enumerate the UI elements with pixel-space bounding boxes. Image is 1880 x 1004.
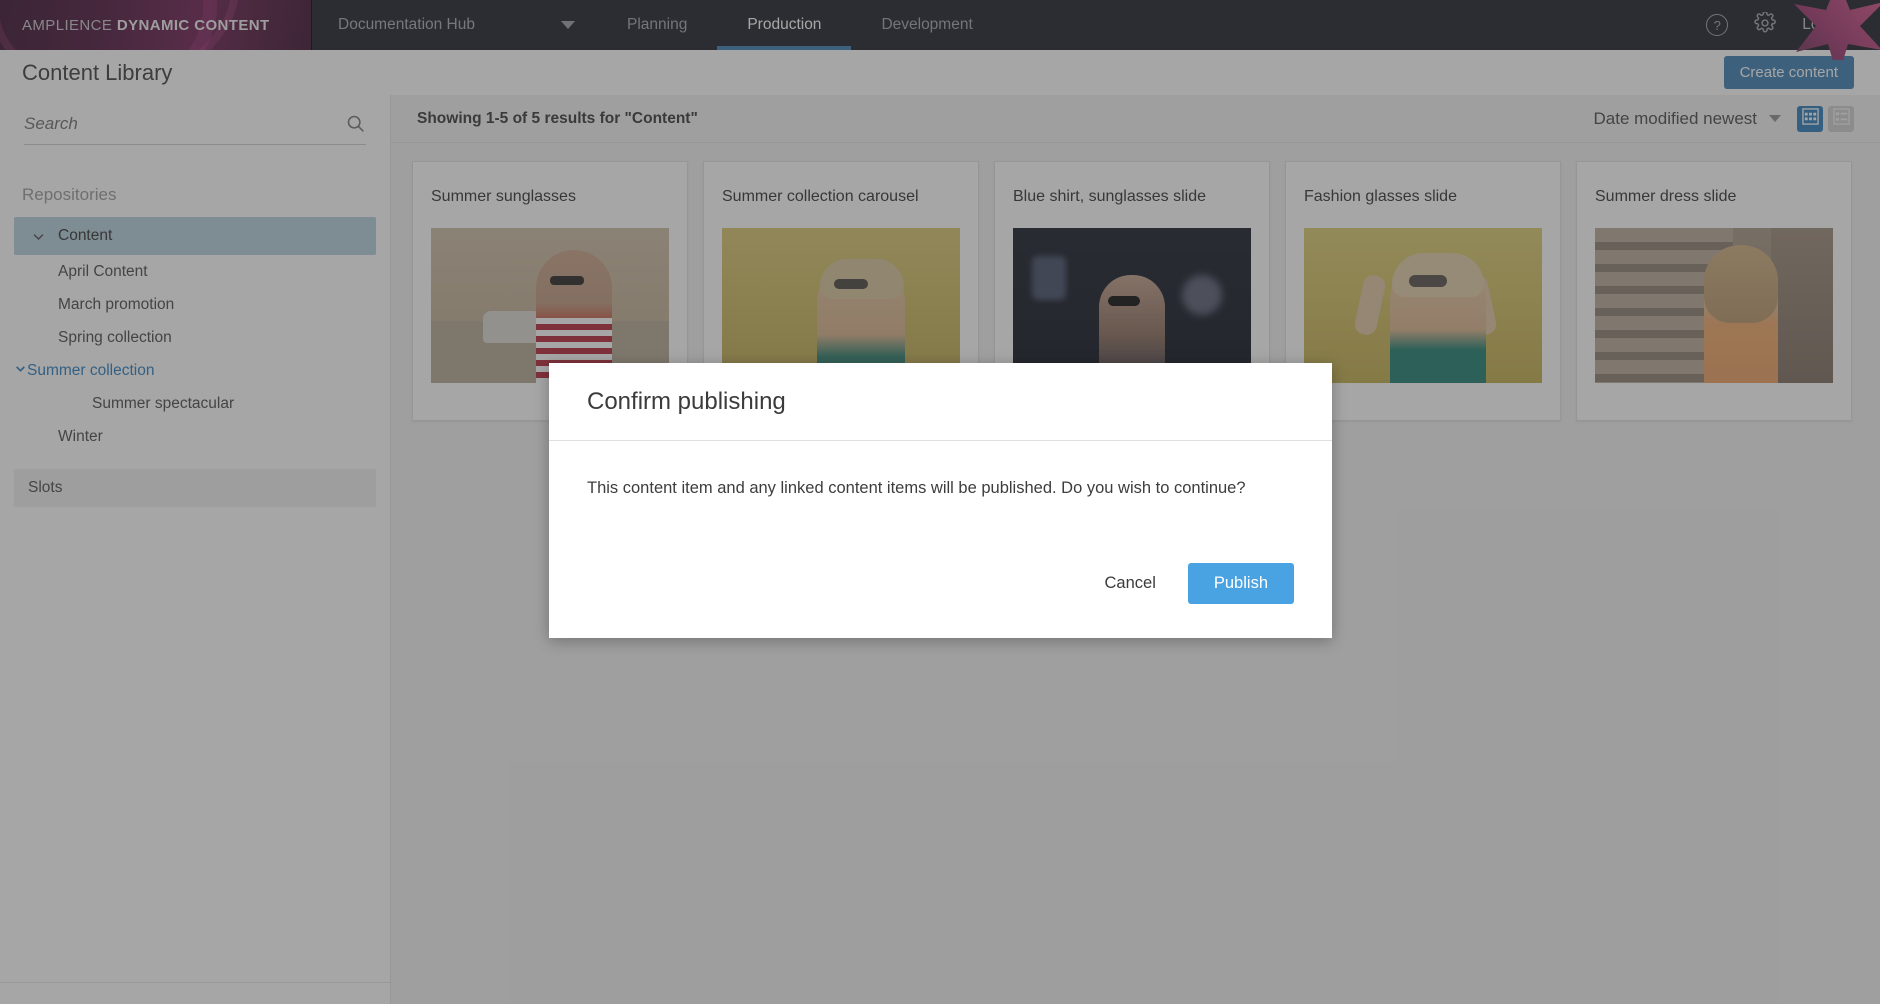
app-root: AMPLIENCE DYNAMIC CONTENT Documentation …: [0, 0, 1880, 1004]
dialog-header: Confirm publishing: [549, 363, 1332, 441]
dialog-message: This content item and any linked content…: [587, 479, 1246, 497]
dialog-title: Confirm publishing: [587, 387, 786, 415]
publish-button[interactable]: Publish: [1187, 563, 1294, 604]
confirm-publishing-dialog: Confirm publishing This content item and…: [549, 363, 1332, 638]
cancel-button[interactable]: Cancel: [1083, 563, 1178, 604]
dialog-actions: Cancel Publish: [549, 563, 1332, 638]
